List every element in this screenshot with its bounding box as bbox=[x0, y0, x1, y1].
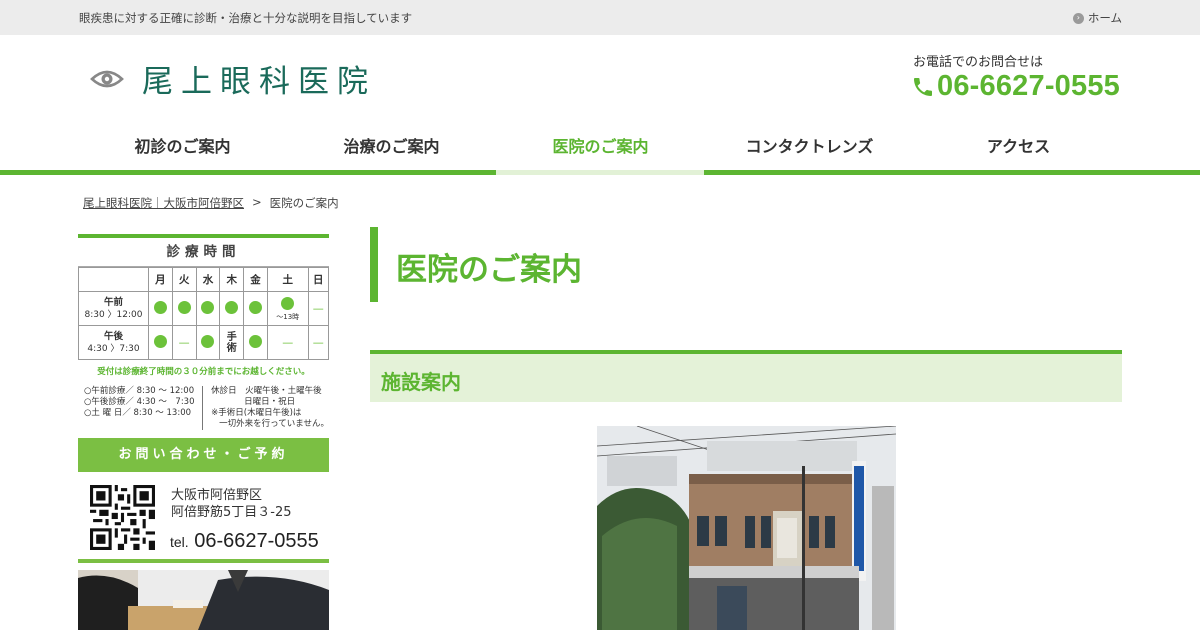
top-bar: 眼疾患に対する正確に診断・治療と十分な説明を目指しています › ホーム bbox=[0, 0, 1200, 35]
section-header: 施設案内 bbox=[370, 350, 1122, 402]
chevron-right-icon: › bbox=[1072, 12, 1084, 24]
day-sat: 土 bbox=[266, 267, 309, 292]
open-dot bbox=[201, 334, 215, 348]
am-fri bbox=[243, 291, 268, 326]
sidebar-tel-number: 06-6627-0555 bbox=[194, 530, 319, 552]
am-mon bbox=[148, 291, 173, 326]
hours-am-row: 午前 8:30 〉12:00 〜13時 — bbox=[78, 291, 330, 326]
open-dot bbox=[201, 300, 215, 314]
open-dot bbox=[281, 296, 295, 310]
hours-table: 月 火 水 木 金 土 日 午前 8:30 〉12:00 〜13時 — 午後 4… bbox=[78, 267, 330, 360]
nav-first-visit[interactable]: 初診のご案内 bbox=[78, 120, 287, 170]
eye-icon bbox=[90, 70, 124, 87]
pm-mon bbox=[148, 325, 173, 360]
hours-details: ○午前診療／ 8:30 〜 12:00 ○午後診療／ 4:30 〜 7:30 ○… bbox=[78, 386, 329, 430]
am-label-text: 午前 bbox=[103, 296, 123, 308]
am-time: 8:30 〉12:00 bbox=[84, 309, 143, 320]
clinic-building-photo bbox=[597, 426, 896, 630]
closed-dash: — bbox=[312, 336, 324, 349]
header-tel[interactable]: 06-6627-0555 bbox=[911, 70, 1120, 103]
am-sun: — bbox=[307, 291, 330, 326]
pm-fri bbox=[243, 325, 268, 360]
open-dot bbox=[249, 300, 263, 314]
phone-icon bbox=[914, 77, 932, 96]
logo-text: 尾上眼科医院 bbox=[142, 64, 376, 100]
pm-thu: 手術 bbox=[219, 325, 245, 360]
breadcrumb: 尾上眼科医院｜大阪市阿倍野区 > 医院のご案内 bbox=[83, 195, 339, 211]
page-title: 医院のご案内 bbox=[396, 252, 582, 288]
pm-tue: — bbox=[171, 325, 197, 360]
day-sun: 日 bbox=[307, 267, 330, 292]
contact-bottom-rule bbox=[78, 559, 329, 563]
day-mon: 月 bbox=[148, 267, 173, 292]
nav-clinic-info[interactable]: 医院のご案内 bbox=[496, 120, 705, 170]
am-thu bbox=[219, 291, 245, 326]
pm-label-text: 午後 bbox=[103, 330, 123, 342]
pm-sat: — bbox=[266, 325, 309, 360]
address-line-2: 阿倍野筋5丁目３-25 bbox=[171, 505, 292, 520]
detail-am: ○午前診療／ 8:30 〜 12:00 bbox=[84, 386, 195, 396]
hours-title: 診療時間 bbox=[78, 238, 329, 267]
breadcrumb-current: 医院のご案内 bbox=[269, 196, 339, 210]
nav-active-indicator bbox=[496, 170, 704, 175]
nav-contact-lens[interactable]: コンタクトレンズ bbox=[705, 120, 914, 170]
am-wed bbox=[195, 291, 221, 326]
closed-dash: — bbox=[282, 336, 294, 349]
closed-dash: — bbox=[312, 302, 324, 315]
hours-pm-row: 午後 4:30 〉7:30 — 手術 — — bbox=[78, 325, 330, 360]
section-title: 施設案内 bbox=[381, 370, 461, 394]
nav-treatment[interactable]: 治療のご案内 bbox=[287, 120, 496, 170]
day-fri: 金 bbox=[243, 267, 268, 292]
open-dot bbox=[249, 334, 263, 348]
am-sat: 〜13時 bbox=[266, 291, 309, 326]
closed-note-1: ※手術日(木曜日午後)は bbox=[211, 408, 302, 418]
detail-pm: ○午後診療／ 4:30 〜 7:30 bbox=[84, 397, 195, 407]
qr-code-icon bbox=[90, 485, 155, 550]
page-title-accent bbox=[370, 227, 378, 302]
hours-details-closed: 休診日 火曜午後・土曜午後 日曜日・祝日 ※手術日(木曜日午後)は 一切外来を行… bbox=[202, 386, 329, 430]
pm-label: 午後 4:30 〉7:30 bbox=[78, 325, 149, 360]
am-tue bbox=[171, 291, 197, 326]
tagline: 眼疾患に対する正確に診断・治療と十分な説明を目指しています bbox=[79, 11, 413, 25]
pm-sun: — bbox=[307, 325, 330, 360]
pm-time: 4:30 〉7:30 bbox=[87, 343, 140, 354]
closed-days: 休診日 火曜午後・土曜午後 bbox=[211, 386, 322, 396]
home-link[interactable]: › ホーム bbox=[1072, 10, 1122, 26]
consultation-photo bbox=[78, 570, 329, 630]
tel-number: 06-6627-0555 bbox=[937, 70, 1120, 102]
surgery-label: 手術 bbox=[226, 331, 237, 354]
contact-header: お問い合わせ・ご予約 bbox=[78, 438, 329, 472]
open-dot bbox=[225, 300, 239, 314]
main-nav: 初診のご案内 治療のご案内 医院のご案内 コンタクトレンズ アクセス bbox=[0, 120, 1200, 175]
hours-notice: 受付は診療終了時間の３０分前までにお越しください。 bbox=[97, 367, 310, 377]
closed-days-2: 日曜日・祝日 bbox=[244, 397, 296, 407]
hours-corner bbox=[78, 267, 149, 292]
am-label: 午前 8:30 〉12:00 bbox=[78, 291, 149, 326]
clinic-hours: 診療時間 月 火 水 木 金 土 日 午前 8:30 〉12:00 〜13時 — bbox=[78, 234, 330, 430]
hours-details-times: ○午前診療／ 8:30 〜 12:00 ○午後診療／ 4:30 〜 7:30 ○… bbox=[78, 386, 202, 430]
home-link-label: ホーム bbox=[1087, 11, 1122, 25]
closed-note-2: 一切外来を行っていません。 bbox=[219, 419, 329, 429]
sat-note: 〜13時 bbox=[276, 312, 300, 321]
day-tue: 火 bbox=[171, 267, 197, 292]
day-wed: 水 bbox=[195, 267, 221, 292]
day-thu: 木 bbox=[219, 267, 245, 292]
breadcrumb-separator: > bbox=[252, 195, 262, 209]
open-dot bbox=[153, 334, 167, 348]
open-dot bbox=[153, 300, 167, 314]
closed-dash: — bbox=[178, 336, 190, 349]
pm-wed bbox=[195, 325, 221, 360]
breadcrumb-home[interactable]: 尾上眼科医院｜大阪市阿倍野区 bbox=[83, 195, 244, 211]
nav-access[interactable]: アクセス bbox=[914, 120, 1123, 170]
tel-caption: お電話でのお問合せは bbox=[913, 55, 1044, 70]
hours-header-row: 月 火 水 木 金 土 日 bbox=[78, 267, 330, 292]
tel-prefix: tel. bbox=[170, 534, 189, 550]
detail-sat: ○土 曜 日／ 8:30 〜 13:00 bbox=[84, 408, 192, 418]
sidebar-tel[interactable]: tel. 06-6627-0555 bbox=[170, 530, 319, 553]
open-dot bbox=[177, 300, 191, 314]
site-logo[interactable]: 尾上眼科医院 bbox=[90, 56, 376, 101]
